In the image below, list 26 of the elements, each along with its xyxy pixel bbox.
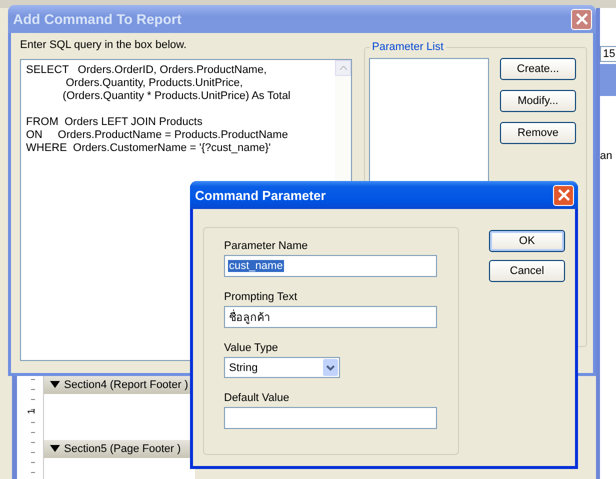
window-title: Add Command To Report bbox=[13, 11, 182, 27]
field-label: Prompting Text bbox=[224, 291, 298, 303]
close-icon[interactable] bbox=[553, 184, 574, 206]
panel-header bbox=[600, 64, 616, 96]
panel-text: an bbox=[600, 150, 614, 162]
input-field[interactable]: ชื่อลูกค้า bbox=[224, 306, 437, 328]
dialog-button[interactable]: Modify... bbox=[500, 90, 576, 112]
input-field[interactable]: cust_name bbox=[224, 255, 437, 277]
ruler-label: 1 bbox=[26, 408, 38, 414]
dialog-button[interactable]: OK bbox=[489, 230, 565, 252]
collapse-triangle-icon[interactable] bbox=[50, 381, 60, 389]
instruction-text: Enter SQL query in the box below. bbox=[20, 39, 188, 51]
section-title: Section4 (Report Footer ) bbox=[64, 379, 188, 391]
dialog-button[interactable]: Create... bbox=[500, 58, 576, 80]
window-title: Command Parameter bbox=[195, 188, 326, 202]
group-label: Parameter List bbox=[370, 41, 446, 53]
field-label: Default Value bbox=[224, 392, 290, 404]
zoom-field[interactable]: 15 bbox=[600, 46, 616, 62]
dialog-button[interactable]: Remove bbox=[500, 122, 576, 144]
collapse-triangle-icon[interactable] bbox=[50, 445, 60, 453]
input-field[interactable] bbox=[224, 407, 437, 429]
field-label: Value Type bbox=[224, 342, 280, 354]
dialog-button[interactable]: Cancel bbox=[489, 260, 565, 282]
value-type-dropdown[interactable]: String bbox=[224, 357, 340, 378]
field-label: Parameter Name bbox=[224, 240, 309, 252]
section-title: Section5 (Page Footer ) bbox=[64, 443, 181, 455]
